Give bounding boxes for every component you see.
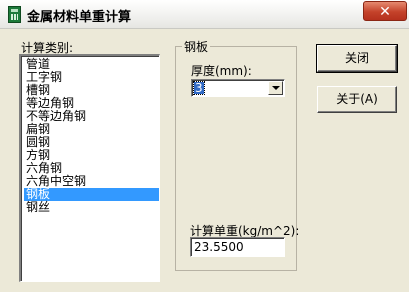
main-window: 金属材料单重计算 ✕ 计算类别: 管道 工字钢 槽钢 等边角钢 不等边角钢 扁钢… [0, 0, 409, 292]
thickness-value: 3 [193, 81, 205, 95]
window-title: 金属材料单重计算 [27, 10, 132, 25]
chevron-down-icon[interactable] [268, 81, 283, 95]
close-button[interactable]: 关闭 [316, 44, 398, 73]
calculator-icon [8, 6, 21, 23]
window-close-button[interactable]: ✕ [363, 1, 407, 21]
list-item-steel-wire[interactable]: 钢丝 [24, 201, 159, 214]
title-bar[interactable]: 金属材料单重计算 ✕ [0, 0, 409, 29]
thickness-label: 厚度(mm): [191, 64, 252, 78]
groupbox-title: 钢板 [182, 38, 211, 55]
calc-category-list[interactable]: 管道 工字钢 槽钢 等边角钢 不等边角钢 扁钢 圆钢 方钢 六角钢 六角中空钢 … [19, 54, 160, 282]
thickness-dropdown[interactable]: 3 [191, 79, 285, 97]
about-button[interactable]: 关于(A) [317, 86, 397, 113]
unit-weight-field[interactable]: 23.5500 [190, 237, 285, 257]
